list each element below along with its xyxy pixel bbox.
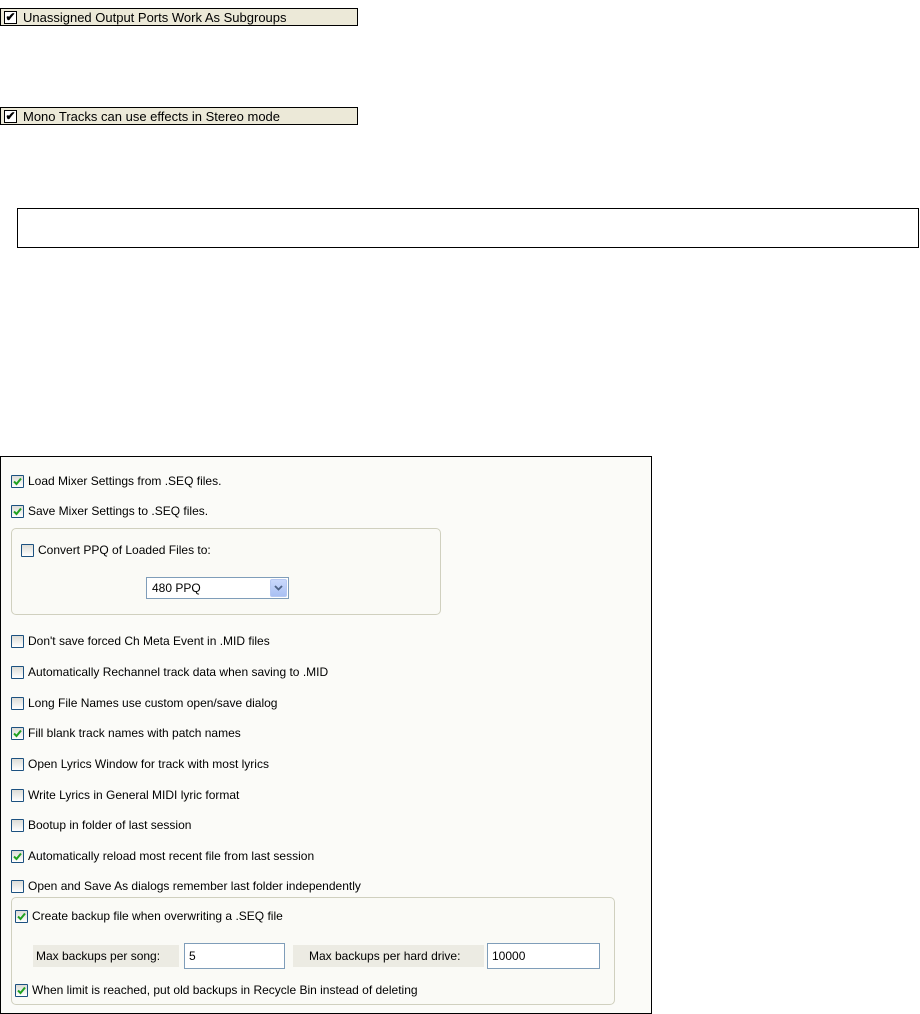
option-label: Automatically Rechannel track data when … (28, 665, 329, 679)
option-label: Open and Save As dialogs remember last f… (28, 879, 361, 893)
max-per-drive-label: Max backups per hard drive: (293, 945, 484, 967)
convert-ppq-option[interactable]: Convert PPQ of Loaded Files to: (21, 541, 211, 559)
option-label: Automatically reload most recent file fr… (28, 849, 315, 863)
recycle-bin-checkbox[interactable] (15, 983, 28, 997)
create-backup-label: Create backup file when overwriting a .S… (32, 909, 283, 923)
ppq-select[interactable]: 480 PPQ (146, 577, 289, 599)
option-row[interactable]: Long File Names use custom open/save dia… (11, 694, 277, 712)
save-mixer-label: Save Mixer Settings to .SEQ files. (28, 504, 209, 518)
convert-ppq-checkbox[interactable] (21, 543, 34, 557)
option-checkbox[interactable] (11, 818, 24, 832)
save-mixer-option[interactable]: Save Mixer Settings to .SEQ files. (11, 502, 208, 520)
load-mixer-label: Load Mixer Settings from .SEQ files. (28, 474, 222, 488)
subgroups-label: Unassigned Output Ports Work As Subgroup… (23, 9, 287, 25)
option-row[interactable]: Open and Save As dialogs remember last f… (11, 877, 361, 895)
option-label: Bootup in folder of last session (28, 818, 192, 832)
load-mixer-option[interactable]: Load Mixer Settings from .SEQ files. (11, 472, 221, 490)
max-per-song-input[interactable]: 5 (184, 943, 285, 969)
create-backup-option[interactable]: Create backup file when overwriting a .S… (15, 907, 283, 925)
option-label: Fill blank track names with patch names (28, 726, 241, 740)
option-row[interactable]: Bootup in folder of last session (11, 816, 191, 834)
max-per-drive-input[interactable]: 10000 (487, 943, 600, 969)
option-row[interactable]: Don't save forced Ch Meta Event in .MID … (11, 632, 270, 650)
mono-tracks-label: Mono Tracks can use effects in Stereo mo… (23, 108, 281, 124)
option-checkbox[interactable] (11, 849, 24, 863)
option-label: Write Lyrics in General MIDI lyric forma… (28, 788, 240, 802)
option-row[interactable]: Automatically Rechannel track data when … (11, 663, 328, 681)
option-checkbox[interactable] (11, 788, 24, 802)
recycle-bin-option[interactable]: When limit is reached, put old backups i… (15, 981, 418, 999)
option-row[interactable]: Write Lyrics in General MIDI lyric forma… (11, 786, 239, 804)
empty-text-field[interactable] (17, 208, 919, 248)
convert-ppq-label: Convert PPQ of Loaded Files to: (38, 543, 211, 557)
chevron-down-icon[interactable] (270, 579, 287, 597)
option-checkbox[interactable] (11, 757, 24, 771)
option-checkbox[interactable] (11, 879, 24, 893)
load-mixer-checkbox[interactable] (11, 474, 24, 488)
max-per-song-label: Max backups per song: (33, 945, 179, 967)
recycle-bin-label: When limit is reached, put old backups i… (32, 983, 418, 997)
save-mixer-checkbox[interactable] (11, 504, 24, 518)
option-checkbox[interactable] (11, 696, 24, 710)
subgroups-option[interactable]: ✔ Unassigned Output Ports Work As Subgro… (0, 8, 358, 26)
mono-tracks-checkbox[interactable]: ✔ (4, 109, 17, 123)
option-checkbox[interactable] (11, 634, 24, 648)
option-row[interactable]: Automatically reload most recent file fr… (11, 847, 314, 865)
ppq-select-value: 480 PPQ (152, 581, 201, 595)
mono-tracks-option[interactable]: ✔ Mono Tracks can use effects in Stereo … (0, 107, 358, 125)
subgroups-checkbox[interactable]: ✔ (4, 10, 17, 24)
option-row[interactable]: Fill blank track names with patch names (11, 724, 241, 742)
option-checkbox[interactable] (11, 726, 24, 740)
create-backup-checkbox[interactable] (15, 909, 28, 923)
option-label: Open Lyrics Window for track with most l… (28, 757, 269, 771)
option-checkbox[interactable] (11, 665, 24, 679)
option-label: Long File Names use custom open/save dia… (28, 696, 278, 710)
option-row[interactable]: Open Lyrics Window for track with most l… (11, 755, 269, 773)
option-label: Don't save forced Ch Meta Event in .MID … (28, 634, 270, 648)
